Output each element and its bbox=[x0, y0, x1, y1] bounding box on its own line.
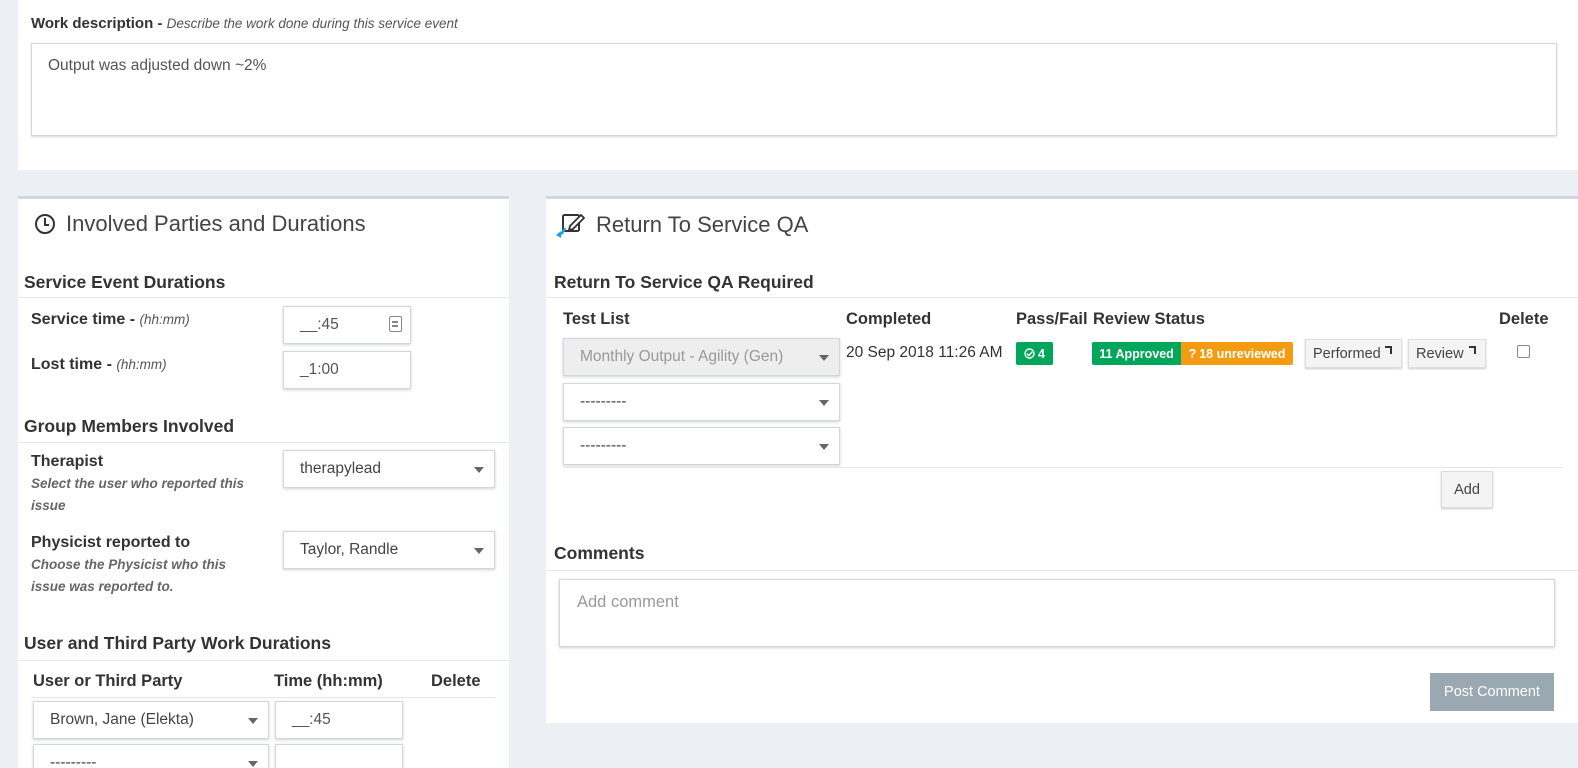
comment-input[interactable]: Add comment bbox=[559, 579, 1555, 647]
involved-parties-title: Involved Parties and Durations bbox=[35, 211, 366, 237]
divider bbox=[31, 697, 495, 698]
therapist-value: therapylead bbox=[300, 460, 382, 477]
rtsqa-title: Return To Service QA bbox=[556, 211, 808, 239]
test-list-value: --------- bbox=[580, 437, 627, 454]
service-time-value: __:45 bbox=[300, 316, 339, 333]
label-separator: - bbox=[125, 311, 140, 328]
clock-icon bbox=[35, 214, 55, 234]
therapist-label: Therapist bbox=[31, 453, 104, 470]
work-description-hint: Describe the work done during this servi… bbox=[166, 16, 458, 31]
question-icon: ? bbox=[1188, 346, 1197, 361]
rtsqa-required-heading: Return To Service QA Required bbox=[554, 272, 814, 292]
label-separator: - bbox=[102, 356, 117, 373]
third-party-user-value: --------- bbox=[50, 754, 97, 768]
service-event-durations-heading: Service Event Durations bbox=[24, 272, 226, 292]
pass-count: 4 bbox=[1038, 346, 1045, 361]
lost-time-hint: (hh:mm) bbox=[116, 357, 167, 372]
service-time-input[interactable]: __:45 bbox=[283, 306, 411, 344]
col-time-header: Time (hh:mm) bbox=[274, 672, 383, 690]
service-time-hint: (hh:mm) bbox=[139, 312, 190, 327]
edit-return-icon bbox=[556, 213, 586, 238]
calculator-icon[interactable] bbox=[389, 316, 402, 332]
third-party-time-input[interactable]: __:45 bbox=[275, 701, 403, 739]
col-completed-header: Completed bbox=[846, 310, 932, 328]
therapist-help: Select the user who reported this issue bbox=[31, 476, 245, 513]
work-description-label-text: Work description bbox=[31, 15, 154, 32]
involved-parties-panel: Involved Parties and Durations Service E… bbox=[18, 196, 509, 768]
pass-badge: 4 bbox=[1016, 342, 1053, 365]
involved-parties-title-text: Involved Parties and Durations bbox=[66, 211, 366, 236]
delete-checkbox[interactable] bbox=[1517, 345, 1530, 358]
third-party-user-select[interactable]: --------- bbox=[33, 744, 269, 768]
third-party-time-value: __:45 bbox=[292, 711, 331, 728]
col-user-header: User or Third Party bbox=[33, 672, 183, 690]
therapist-select[interactable]: therapylead bbox=[283, 450, 495, 488]
divider bbox=[18, 442, 509, 443]
third-party-user-value: Brown, Jane (Elekta) bbox=[50, 711, 194, 728]
divider bbox=[18, 297, 509, 298]
work-description-textarea[interactable]: Output was adjusted down ~2% bbox=[31, 43, 1557, 136]
test-list-value: --------- bbox=[580, 393, 627, 410]
col-review-status-header: Review Status bbox=[1093, 310, 1205, 328]
col-delete-header: Delete bbox=[431, 672, 481, 690]
chevron-down-icon bbox=[248, 761, 258, 767]
chevron-down-icon bbox=[248, 718, 258, 724]
chevron-down-icon bbox=[474, 467, 484, 473]
test-list-select[interactable]: --------- bbox=[563, 427, 840, 465]
external-link-icon bbox=[1469, 346, 1476, 354]
approved-text: 11 Approved bbox=[1099, 346, 1174, 361]
divider bbox=[563, 467, 1563, 468]
label-separator: - bbox=[153, 15, 167, 32]
physicist-value: Taylor, Randle bbox=[300, 541, 399, 558]
physicist-select[interactable]: Taylor, Randle bbox=[283, 531, 495, 569]
divider bbox=[18, 660, 509, 661]
test-list-select[interactable]: --------- bbox=[563, 383, 840, 421]
rtsqa-title-text: Return To Service QA bbox=[596, 212, 809, 237]
comments-heading: Comments bbox=[554, 543, 645, 563]
third-party-user-select[interactable]: Brown, Jane (Elekta) bbox=[33, 701, 269, 739]
post-comment-button[interactable]: Post Comment bbox=[1430, 673, 1554, 711]
lost-time-label-text: Lost time bbox=[31, 356, 103, 373]
chevron-down-icon bbox=[819, 400, 829, 406]
chevron-down-icon bbox=[474, 548, 484, 554]
unreviewed-text: 18 unreviewed bbox=[1199, 346, 1286, 361]
unreviewed-badge: ? 18 unreviewed bbox=[1181, 342, 1293, 365]
third-party-time-input[interactable] bbox=[275, 744, 403, 768]
lost-time-value: _1:00 bbox=[300, 361, 339, 378]
col-pass-fail-header: Pass/Fail bbox=[1016, 310, 1088, 328]
chevron-down-icon bbox=[819, 355, 829, 361]
test-list-select[interactable]: Monthly Output - Agility (Gen) bbox=[563, 338, 840, 376]
work-description-panel: Work description - Describe the work don… bbox=[18, 0, 1578, 170]
review-button[interactable]: Review bbox=[1408, 339, 1486, 368]
service-time-label: Service time - (hh:mm) bbox=[31, 311, 190, 329]
lost-time-input[interactable]: _1:00 bbox=[283, 351, 411, 389]
col-test-list-header: Test List bbox=[563, 310, 630, 328]
divider bbox=[546, 297, 1578, 298]
approved-badge: 11 Approved bbox=[1092, 342, 1181, 365]
lost-time-label: Lost time - (hh:mm) bbox=[31, 356, 167, 374]
test-list-value: Monthly Output - Agility (Gen) bbox=[580, 348, 784, 365]
chevron-down-icon bbox=[819, 444, 829, 450]
completed-value: 20 Sep 2018 11:26 AM bbox=[846, 344, 1003, 361]
work-description-label: Work description - Describe the work don… bbox=[31, 15, 458, 32]
physicist-label: Physicist reported to bbox=[31, 534, 191, 551]
check-circle-icon bbox=[1024, 348, 1035, 359]
col-delete-header: Delete bbox=[1499, 310, 1549, 328]
divider bbox=[546, 570, 1578, 571]
external-link-icon bbox=[1385, 346, 1392, 354]
performed-button[interactable]: Performed bbox=[1305, 339, 1402, 368]
third-party-durations-heading: User and Third Party Work Durations bbox=[24, 633, 331, 653]
performed-button-label: Performed bbox=[1313, 345, 1381, 362]
physicist-help: Choose the Physicist who this issue was … bbox=[31, 557, 227, 594]
service-time-label-text: Service time bbox=[31, 311, 126, 328]
review-button-label: Review bbox=[1416, 345, 1464, 362]
return-to-service-qa-panel: Return To Service QA Return To Service Q… bbox=[546, 196, 1578, 723]
group-members-heading: Group Members Involved bbox=[24, 416, 235, 436]
add-button[interactable]: Add bbox=[1441, 471, 1493, 508]
